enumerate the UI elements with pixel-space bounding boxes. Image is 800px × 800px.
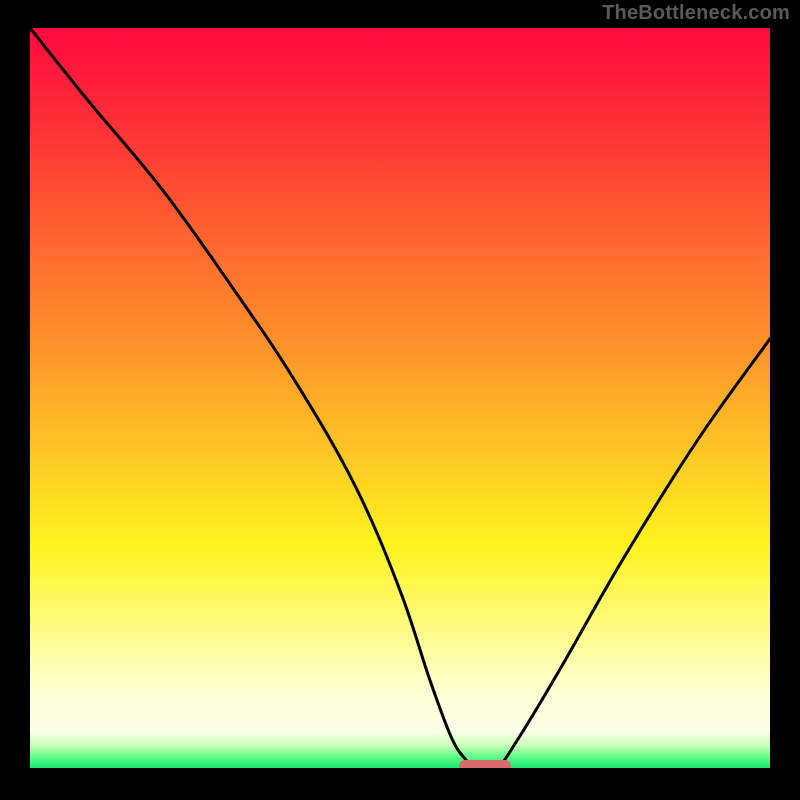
minimum-marker	[459, 760, 511, 768]
curve-path	[30, 28, 770, 768]
plot-area	[30, 28, 770, 768]
bottleneck-curve	[30, 28, 770, 768]
watermark-text: TheBottleneck.com	[602, 2, 790, 25]
chart-frame: TheBottleneck.com	[0, 0, 800, 800]
